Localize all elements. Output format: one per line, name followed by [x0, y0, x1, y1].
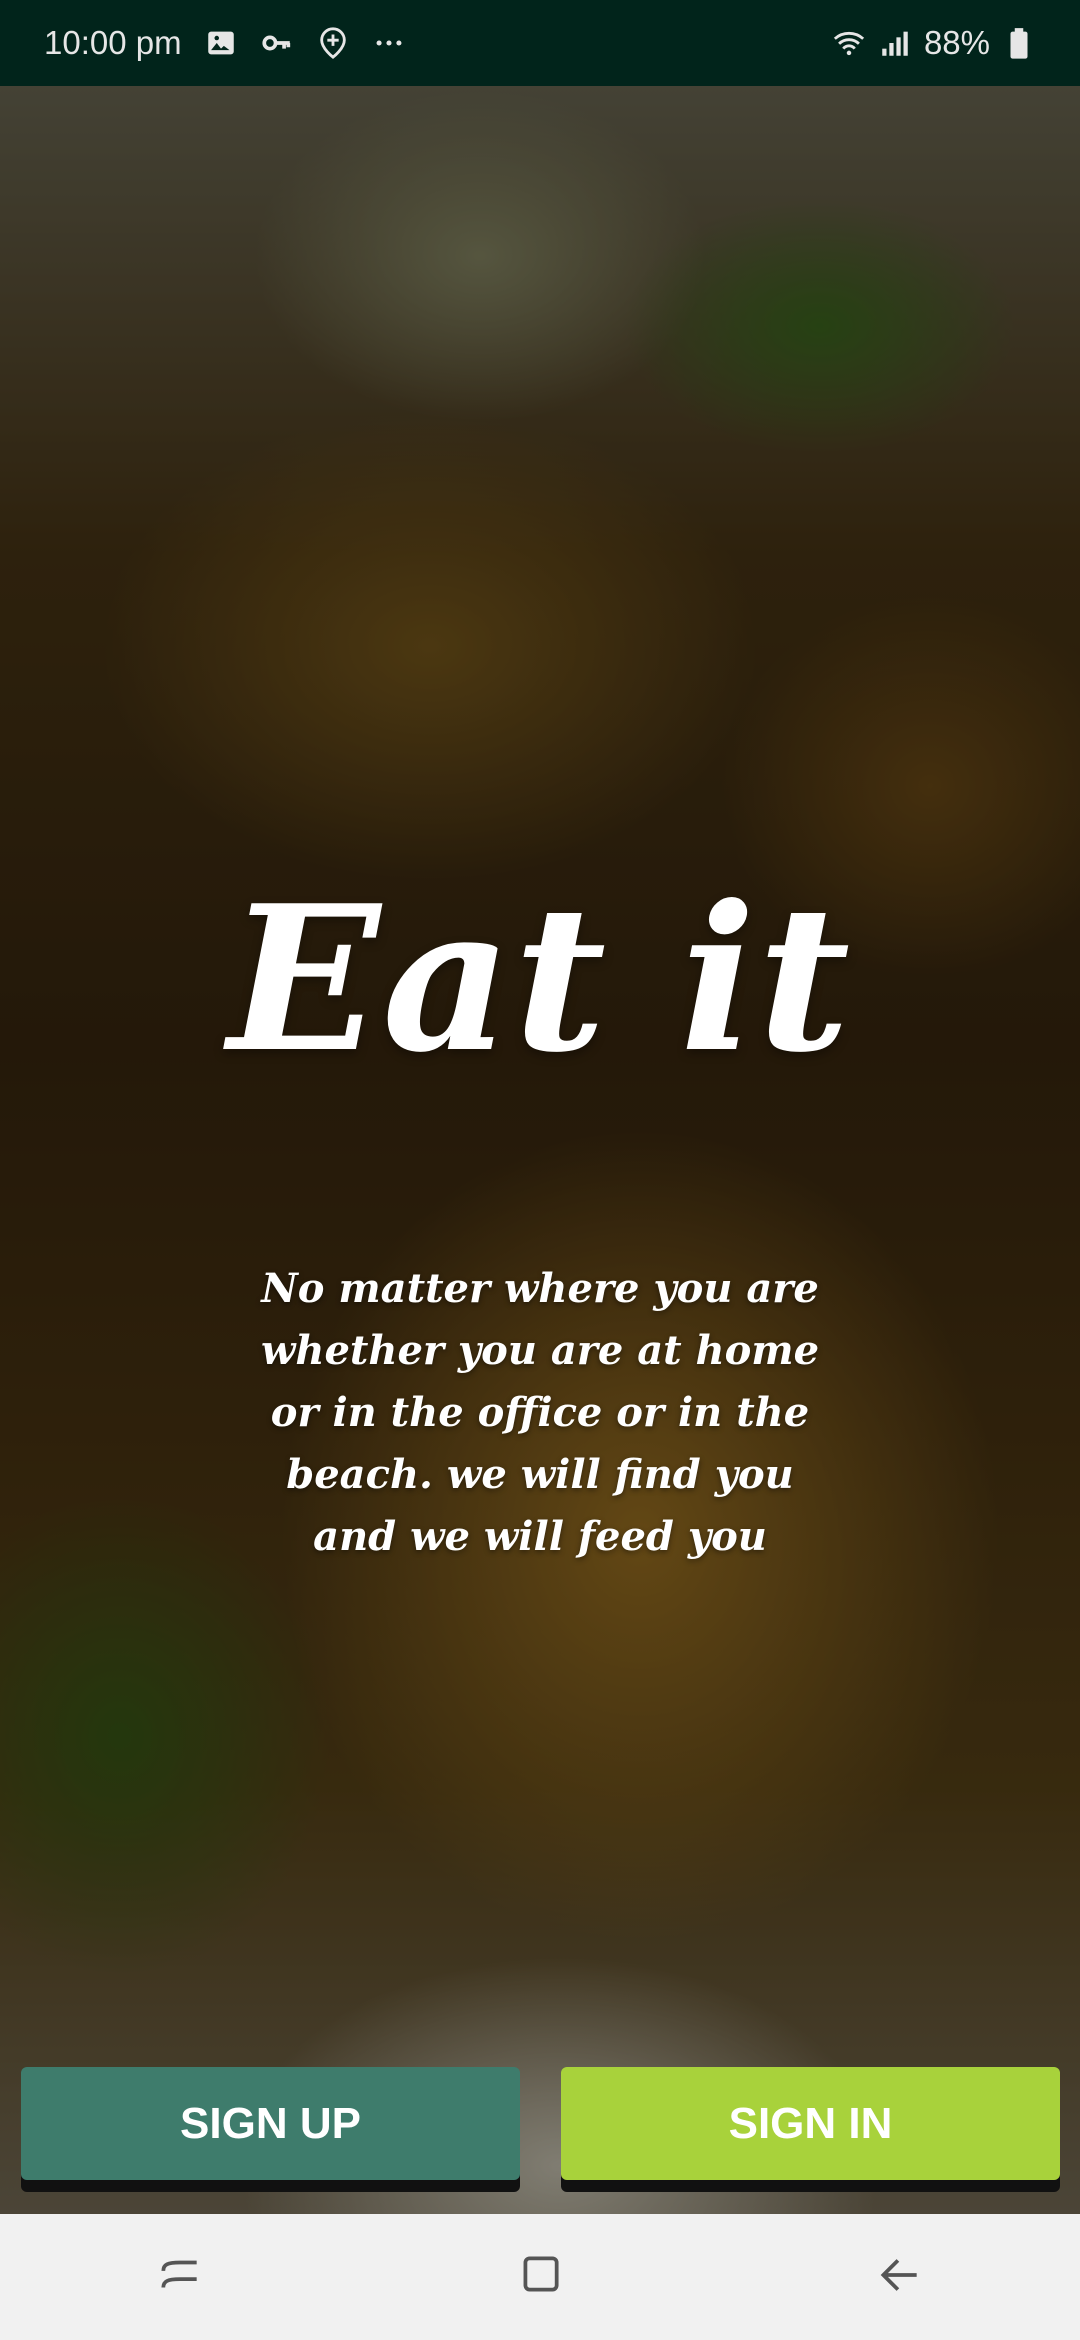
- battery-icon: [1002, 26, 1036, 60]
- system-nav-bar: [0, 2214, 1080, 2340]
- tagline: No matter where you are whether you are …: [260, 1265, 820, 1560]
- home-icon: [515, 2250, 565, 2305]
- sign-in-button[interactable]: SIGN IN: [561, 2067, 1060, 2180]
- sign-up-button[interactable]: SIGN UP: [21, 2067, 520, 2180]
- location-plus-icon: [316, 26, 350, 60]
- key-icon: [260, 26, 294, 60]
- wifi-icon: [832, 26, 866, 60]
- more-dots-icon: [372, 26, 406, 60]
- recents-button[interactable]: [120, 2227, 240, 2327]
- app-logo-title: Eat it: [227, 862, 853, 1097]
- back-icon: [875, 2250, 925, 2305]
- image-icon: [204, 26, 238, 60]
- screen: 10:00 pm 88% Eat it No matter where you …: [0, 0, 1080, 2340]
- back-button[interactable]: [840, 2227, 960, 2327]
- battery-percentage: 88%: [923, 24, 990, 61]
- background-dim-overlay: [0, 86, 1080, 2214]
- status-bar: 10:00 pm 88%: [0, 0, 1080, 86]
- status-time: 10:00 pm: [44, 24, 182, 61]
- signal-icon: [878, 26, 912, 60]
- recents-icon: [155, 2250, 205, 2305]
- home-button[interactable]: [480, 2227, 600, 2327]
